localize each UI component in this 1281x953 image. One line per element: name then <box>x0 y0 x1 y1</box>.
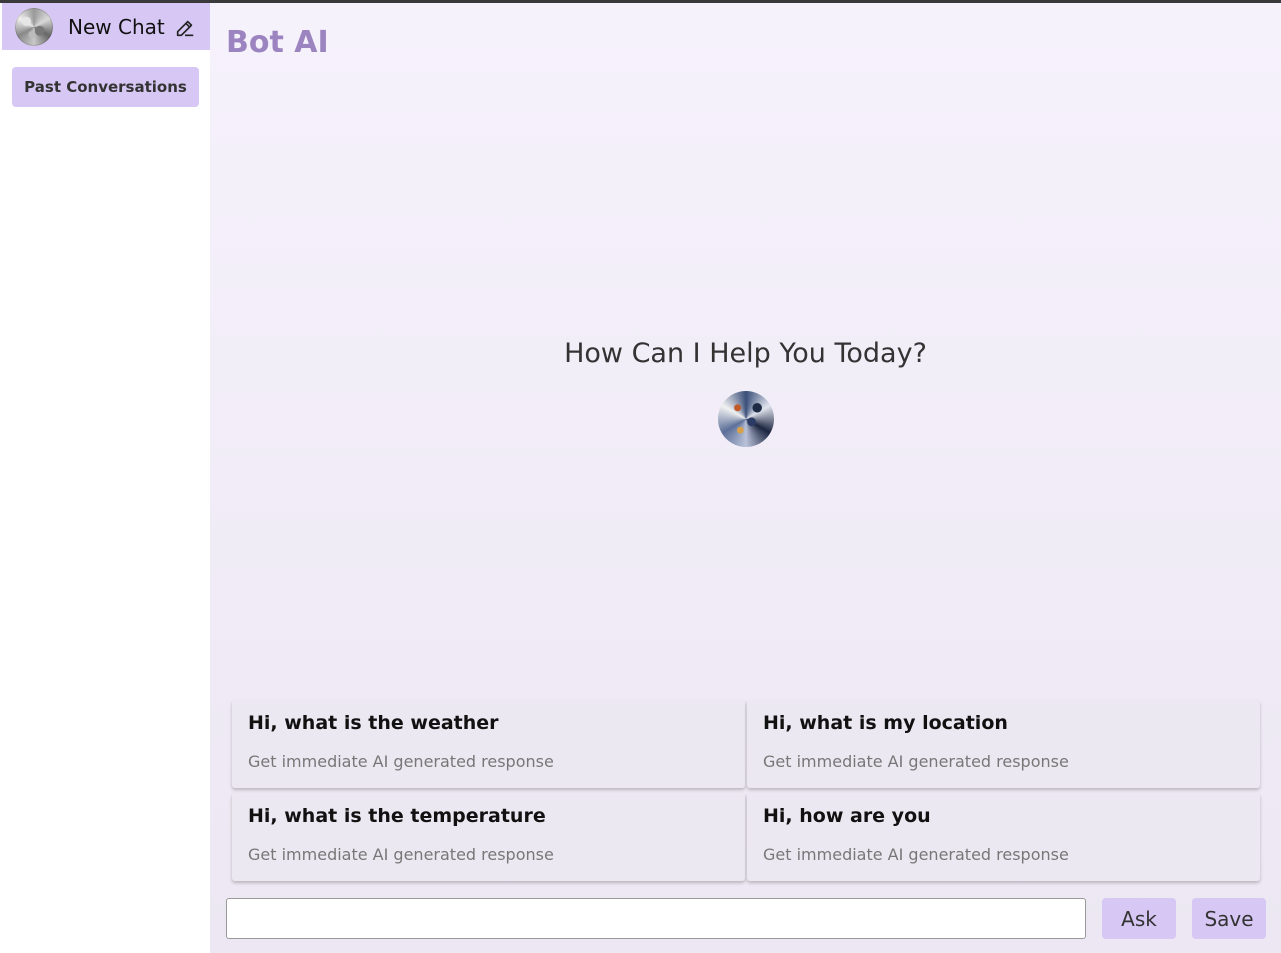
card-subtitle: Get immediate AI generated response <box>248 845 554 864</box>
card-subtitle: Get immediate AI generated response <box>248 752 554 771</box>
card-title: Hi, what is the weather <box>248 712 499 734</box>
edit-icon[interactable] <box>174 17 196 39</box>
save-button[interactable]: Save <box>1192 898 1266 939</box>
bot-avatar-small <box>15 8 53 46</box>
card-subtitle: Get immediate AI generated response <box>763 845 1069 864</box>
bot-avatar-large <box>718 391 774 447</box>
ask-button[interactable]: Ask <box>1102 898 1176 939</box>
new-chat-label: New Chat <box>68 15 165 39</box>
suggestion-card-location[interactable]: Hi, what is my location Get immediate AI… <box>747 700 1260 788</box>
card-title: Hi, what is the temperature <box>248 805 546 827</box>
sidebar: New Chat Past Conversations <box>0 3 210 953</box>
suggestion-card-weather[interactable]: Hi, what is the weather Get immediate AI… <box>232 700 745 788</box>
card-title: Hi, what is my location <box>763 712 1008 734</box>
card-subtitle: Get immediate AI generated response <box>763 752 1069 771</box>
past-conversations-button[interactable]: Past Conversations <box>12 67 199 107</box>
message-input[interactable] <box>226 898 1086 939</box>
suggestion-cards: Hi, what is the weather Get immediate AI… <box>232 700 1260 882</box>
main-panel: Bot AI How Can I Help You Today? Hi, wha… <box>210 3 1281 953</box>
card-title: Hi, how are you <box>763 805 931 827</box>
suggestion-card-how-are-you[interactable]: Hi, how are you Get immediate AI generat… <box>747 793 1260 881</box>
new-chat-button[interactable]: New Chat <box>2 3 210 50</box>
suggestion-card-temperature[interactable]: Hi, what is the temperature Get immediat… <box>232 793 745 881</box>
hero-heading: How Can I Help You Today? <box>564 338 927 369</box>
brand-title: Bot AI <box>226 25 329 60</box>
